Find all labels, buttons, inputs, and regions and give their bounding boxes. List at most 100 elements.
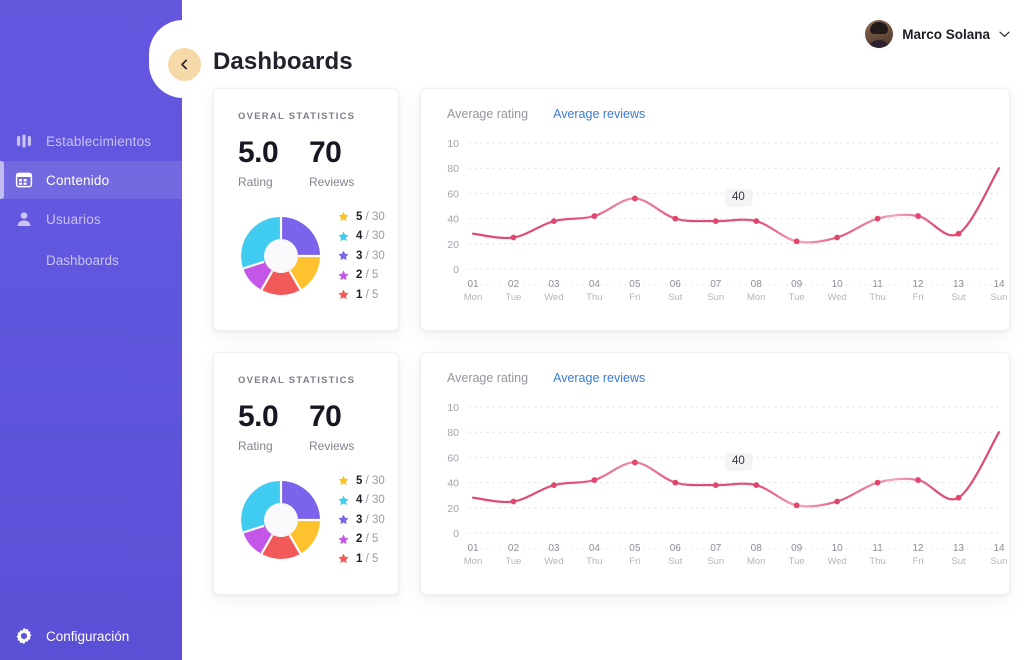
svg-text:Mon: Mon — [747, 556, 765, 567]
svg-text:10: 10 — [832, 543, 844, 554]
legend-label: 5 / 30 — [356, 474, 385, 487]
svg-text:40: 40 — [447, 478, 459, 490]
rating-caption: Rating — [238, 439, 273, 453]
svg-text:13: 13 — [953, 279, 965, 290]
svg-text:02: 02 — [508, 543, 520, 554]
svg-text:Sun: Sun — [991, 556, 1008, 567]
svg-text:05: 05 — [629, 279, 641, 290]
sidebar-settings-label: Configuración — [46, 628, 130, 644]
stat-rating: 5.0 Rating — [238, 400, 309, 454]
svg-text:06: 06 — [670, 543, 682, 554]
stat-row: 5.0 Rating 70 Reviews — [238, 400, 380, 454]
svg-text:Tue: Tue — [505, 556, 521, 567]
svg-text:80: 80 — [447, 427, 459, 439]
legend-item: 5 / 30 — [338, 207, 385, 227]
tab-average-rating[interactable]: Average rating — [447, 107, 528, 123]
legend-item: 3 / 30 — [338, 510, 385, 530]
overall-statistics-card: OVERAL STATISTICS 5.0 Rating 70 Reviews — [213, 88, 399, 331]
dashboard-page: Establecimientos Contenido Usuarios Dash… — [0, 0, 1024, 660]
svg-text:07: 07 — [710, 543, 722, 554]
svg-text:10: 10 — [447, 138, 459, 150]
svg-text:12: 12 — [913, 279, 925, 290]
user-icon — [14, 209, 34, 229]
svg-text:13: 13 — [953, 543, 965, 554]
svg-text:06: 06 — [670, 279, 682, 290]
gear-icon — [14, 626, 34, 646]
chart-tabs: Average rating Average reviews — [421, 371, 1009, 387]
svg-text:11: 11 — [872, 279, 883, 290]
svg-text:Sut: Sut — [668, 556, 683, 567]
svg-text:20: 20 — [447, 503, 459, 515]
star-icon — [338, 211, 349, 222]
avatar — [865, 20, 894, 48]
tab-average-reviews[interactable]: Average reviews — [553, 107, 645, 123]
svg-text:80: 80 — [447, 163, 459, 175]
legend-label: 5 / 30 — [356, 210, 385, 223]
legend-label: 4 / 30 — [356, 230, 385, 243]
reviews-value: 70 — [309, 400, 342, 433]
svg-text:Thu: Thu — [869, 292, 885, 303]
star-icon — [338, 534, 349, 544]
svg-text:Wed: Wed — [544, 556, 563, 567]
donut-section: 5 / 30 4 / 30 3 / 30 2 / 5 1 / 5 — [238, 207, 385, 305]
svg-text:60: 60 — [447, 452, 459, 464]
svg-text:14: 14 — [993, 543, 1005, 554]
svg-text:Mon: Mon — [464, 292, 482, 303]
star-icon — [338, 289, 349, 300]
svg-text:40: 40 — [447, 214, 459, 226]
svg-text:Sut: Sut — [951, 292, 966, 303]
star-icon — [338, 250, 349, 261]
svg-text:20: 20 — [447, 239, 459, 251]
svg-text:Mon: Mon — [747, 292, 765, 303]
legend-item: 1 / 5 — [338, 549, 385, 569]
chevron-down-icon — [999, 31, 1010, 37]
svg-text:01: 01 — [467, 279, 479, 290]
svg-text:Fri: Fri — [629, 292, 640, 303]
card-kicker: OVERAL STATISTICS — [238, 111, 356, 122]
line-chart-svg: 0 20 40 60 80 10 01 Mon 02 Tue 03 Wed 04 Thu 05 Fri 06 Su… — [447, 138, 1007, 303]
rating-value: 5.0 — [238, 400, 279, 433]
svg-text:05: 05 — [629, 543, 641, 554]
sidebar-item-usuarios[interactable]: Usuarios — [0, 200, 182, 238]
stat-reviews: 70 Reviews — [309, 138, 380, 190]
star-icon — [338, 514, 349, 525]
average-reviews-chart-card: Average rating Average reviews 0 20 40 60 80… — [420, 352, 1010, 595]
page-title: Dashboards — [213, 48, 353, 75]
svg-text:12: 12 — [913, 543, 925, 554]
overall-statistics-card: OVERAL STATISTICS 5.0 Rating 70 Reviews — [213, 352, 399, 595]
svg-text:Thu: Thu — [586, 292, 602, 303]
sidebar-item-contenido[interactable]: Contenido — [0, 161, 182, 199]
svg-text:Sun: Sun — [707, 556, 724, 567]
svg-text:09: 09 — [791, 279, 803, 290]
legend-item: 2 / 5 — [338, 530, 385, 550]
rating-donut-chart — [238, 477, 324, 563]
user-menu[interactable]: Marco Solana — [865, 20, 1010, 48]
stat-rating: 5.0 Rating — [238, 136, 309, 190]
legend-item: 1 / 5 — [338, 285, 385, 305]
main-content: Dashboards Marco Solana OVERAL STATISTIC… — [168, 0, 1024, 660]
star-icon — [338, 553, 349, 564]
legend-label: 1 / 5 — [356, 552, 379, 565]
svg-text:Sut: Sut — [951, 556, 966, 567]
svg-text:Wed: Wed — [827, 292, 846, 303]
grid-table-icon — [14, 170, 34, 190]
sidebar-collapse-button[interactable] — [168, 48, 201, 81]
svg-text:14: 14 — [993, 279, 1005, 290]
svg-text:Sut: Sut — [668, 292, 683, 303]
bar-chart-icon — [14, 131, 34, 151]
sidebar-item-configuracion[interactable]: Configuración — [0, 612, 182, 660]
legend-label: 3 / 30 — [356, 513, 385, 526]
sidebar-item-establecimientos[interactable]: Establecimientos — [0, 122, 182, 160]
sidebar-item-label: Contenido — [46, 172, 110, 188]
legend-item: 2 / 5 — [338, 266, 385, 286]
rating-value: 5.0 — [238, 136, 279, 169]
svg-text:02: 02 — [508, 279, 520, 290]
reviews-caption: Reviews — [309, 175, 355, 189]
svg-text:04: 04 — [589, 543, 601, 554]
tab-average-rating[interactable]: Average rating — [447, 371, 528, 387]
sidebar-item-dashboards[interactable]: Dashboards — [0, 242, 182, 278]
tab-average-reviews[interactable]: Average reviews — [553, 371, 645, 387]
card-kicker: OVERAL STATISTICS — [238, 375, 356, 386]
legend-label: 2 / 5 — [356, 533, 379, 546]
rating-legend: 5 / 30 4 / 30 3 / 30 2 / 5 1 / 5 — [338, 207, 385, 305]
